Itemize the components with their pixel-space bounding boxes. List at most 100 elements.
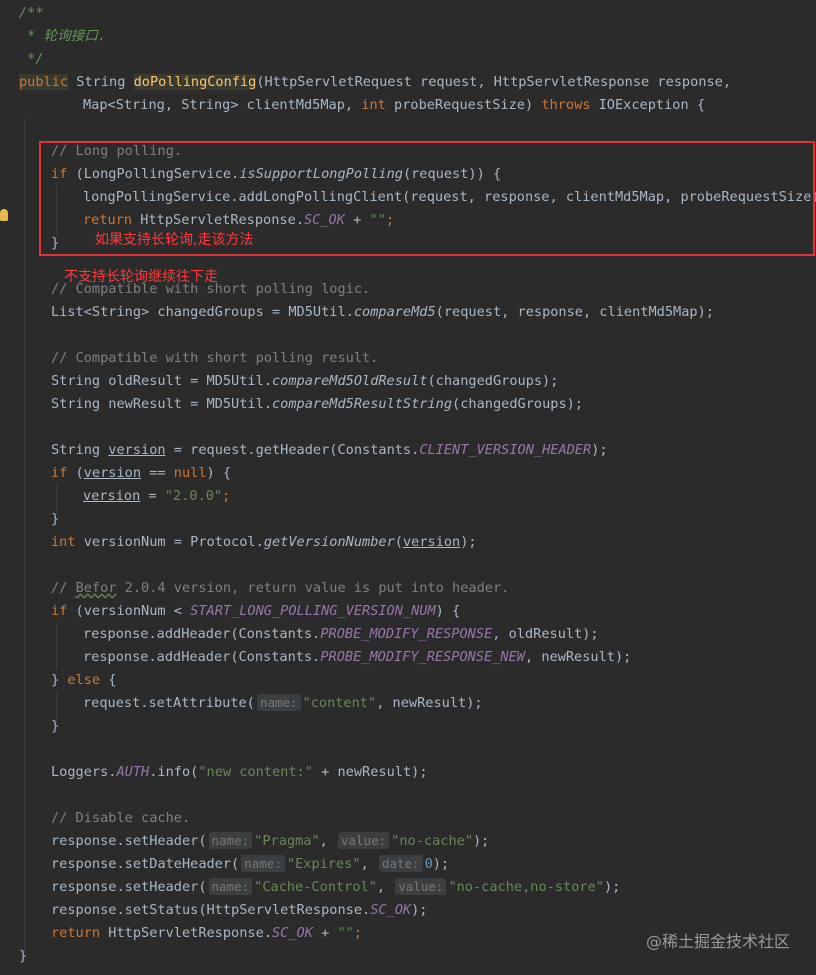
watermark: @稀土掘金技术社区 — [645, 932, 790, 951]
string-literal: "2.0.0" — [164, 488, 223, 504]
code-text: , newResult); — [524, 649, 632, 665]
indent-guide — [24, 118, 25, 953]
comment-typo: Befor — [75, 580, 117, 596]
code-line: // Disable cache. — [51, 807, 190, 830]
code-text: = request.getHeader(Constants. — [165, 442, 420, 458]
variable: version — [402, 534, 461, 550]
code-text: String newResult = MD5Util. — [51, 396, 272, 412]
semicolon: ; — [353, 925, 363, 941]
static-field: SC_OK — [370, 902, 412, 918]
code-text: response.setHeader( — [51, 833, 207, 849]
code-text: ); — [432, 856, 450, 872]
code-line: response.setHeader(name: "Cache-Control",… — [51, 876, 620, 899]
string-literal: "Pragma" — [254, 833, 320, 849]
code-line: response.setStatus(HttpServletResponse.S… — [51, 899, 427, 922]
code-text: .info( — [149, 764, 199, 780]
code-line: } — [51, 715, 59, 738]
param-hint: name: — [256, 694, 301, 711]
code-line: response.setHeader(name: "Pragma", value:… — [51, 830, 489, 853]
code-text: (request, response, clientMd5Map); — [435, 304, 714, 320]
keyword: else — [67, 672, 101, 688]
code-text: probeRequestSize) — [385, 97, 542, 113]
string-literal: "Expires" — [286, 856, 361, 872]
keyword: null — [173, 465, 207, 481]
string-literal: "no-cache,no-store" — [448, 879, 604, 895]
code-line: * 轮询接口. — [19, 25, 106, 48]
code-line: List<String> changedGroups = MD5Util.com… — [51, 301, 714, 324]
comment: // Compatible with short polling logic. — [51, 281, 371, 297]
code-line: request.setAttribute(name: "content", new… — [83, 692, 483, 715]
code-text: (versionNum < — [67, 603, 191, 619]
code-line: // Compatible with short polling result. — [51, 347, 378, 370]
indent-guide — [56, 623, 57, 669]
static-method: compareMd5OldResult — [271, 373, 428, 389]
code-text: ); — [411, 902, 428, 918]
comment: // Disable cache. — [51, 810, 191, 826]
code-text: ( — [67, 465, 84, 481]
doc-comment: * 轮询接口. — [19, 28, 107, 44]
keyword: int — [51, 534, 76, 550]
lightbulb-icon[interactable] — [0, 209, 8, 221]
code-text: == — [141, 465, 174, 481]
static-method: getVersionNumber — [263, 534, 395, 550]
code-text: } — [51, 672, 68, 688]
keyword: public — [19, 74, 69, 90]
code-text: , newResult); — [376, 695, 483, 711]
code-text: , — [376, 879, 394, 895]
code-text: , oldResult); — [492, 626, 599, 642]
method-name: doPollingConfig — [133, 74, 257, 90]
keyword: return — [51, 925, 101, 941]
static-field: SC_OK — [271, 925, 313, 941]
code-text: ); — [591, 442, 608, 458]
comment: // — [51, 580, 76, 596]
doc-comment: */ — [19, 51, 44, 67]
code-line: Loggers.AUTH.info("new content:" + newRe… — [51, 761, 428, 784]
static-field: CLIENT_VERSION_HEADER — [419, 442, 592, 458]
code-text: ); — [603, 879, 621, 895]
string-literal: "Cache-Control" — [254, 879, 377, 895]
code-text: , — [319, 833, 336, 849]
code-text: , — [360, 856, 377, 872]
code-text: String — [51, 442, 109, 458]
code-editor[interactable]: /** * 轮询接口. */ public String doPollingCo… — [0, 0, 816, 975]
code-line: Map<String, String> clientMd5Map, int pr… — [83, 94, 705, 117]
code-text: (changedGroups); — [452, 396, 583, 412]
code-line: String newResult = MD5Util.compareMd5Res… — [51, 393, 583, 416]
code-text: IOException { — [590, 97, 706, 113]
semicolon: ; — [222, 488, 231, 504]
annotation-inside-box: 如果支持长轮询,走该方法 — [95, 232, 254, 248]
code-line: return HttpServletResponse.SC_OK + ""; — [51, 922, 362, 945]
code-text: ) { — [206, 465, 232, 481]
code-text: (HttpServletRequest request, HttpServlet… — [256, 74, 732, 90]
code-text: response.setHeader( — [51, 879, 207, 895]
code-text: String — [68, 74, 134, 90]
string-literal: "" — [337, 925, 354, 941]
static-field: PROBE_MODIFY_RESPONSE_NEW — [320, 649, 525, 665]
param-hint: name: — [208, 832, 253, 849]
string-literal: "no-cache" — [391, 833, 473, 849]
static-method: compareMd5ResultString — [271, 396, 453, 412]
code-line: */ — [19, 48, 44, 71]
number-literal: 0 — [424, 856, 433, 872]
code-text: + — [312, 925, 338, 941]
code-line: response.addHeader(Constants.PROBE_MODIF… — [83, 623, 599, 646]
code-text: request.setAttribute( — [83, 695, 255, 711]
code-line: version = "2.0.0"; — [83, 485, 230, 508]
code-text: Loggers. — [51, 764, 117, 780]
static-field: AUTH — [116, 764, 150, 780]
code-line: /** — [19, 2, 44, 25]
static-field: PROBE_MODIFY_RESPONSE — [320, 626, 493, 642]
code-line: public String doPollingConfig(HttpServle… — [19, 71, 731, 94]
code-line: int versionNum = Protocol.getVersionNumb… — [51, 531, 477, 554]
keyword: if — [51, 603, 68, 619]
code-text: List<String> changedGroups = MD5Util. — [51, 304, 354, 320]
code-text: (changedGroups); — [427, 373, 559, 389]
code-text: Map<String, String> clientMd5Map, — [83, 97, 362, 113]
code-text: } — [51, 511, 60, 527]
code-text: ); — [460, 534, 477, 550]
code-text: ) { — [435, 603, 461, 619]
code-text: ( — [394, 534, 403, 550]
code-line: if (versionNum < START_LONG_POLLING_VERS… — [51, 600, 460, 623]
code-text: versionNum = Protocol. — [75, 534, 264, 550]
doc-comment: /** — [19, 5, 44, 21]
